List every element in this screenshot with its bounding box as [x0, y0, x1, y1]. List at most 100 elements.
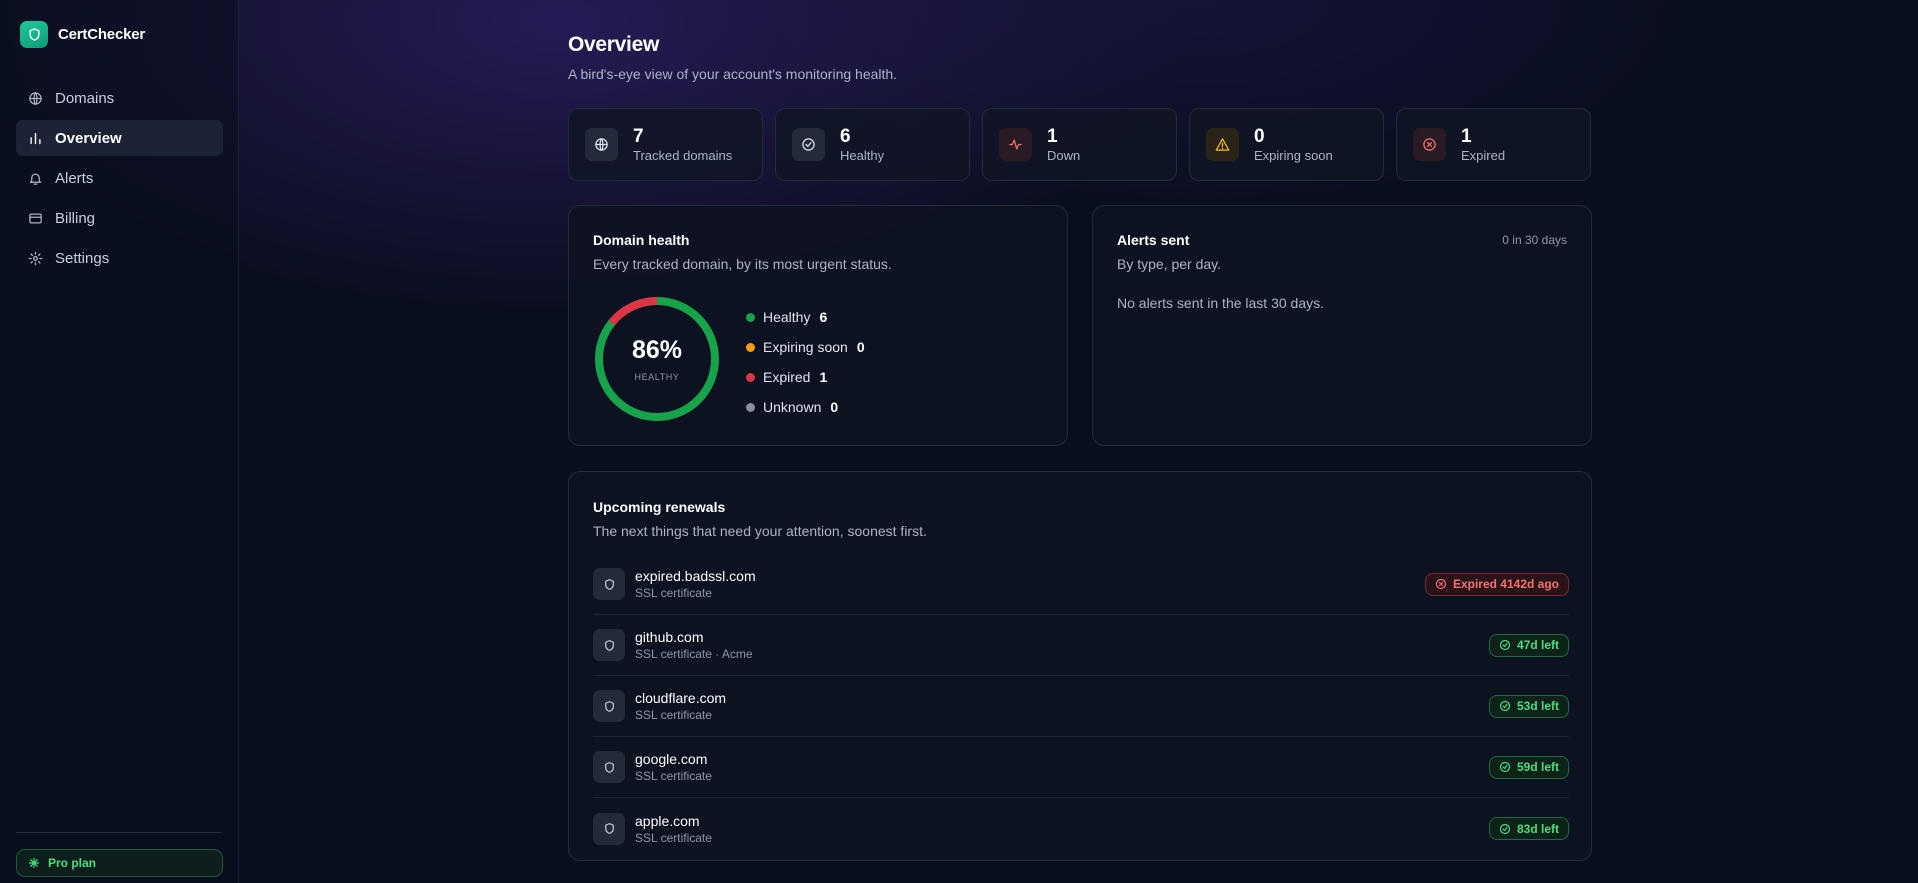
legend-count: 0 — [830, 399, 839, 415]
check-circle-icon — [792, 128, 825, 161]
status-text: 47d left — [1516, 638, 1559, 652]
list-item[interactable]: github.com SSL certificate · Acme 47d le… — [593, 615, 1569, 676]
stat-card-expired[interactable]: 1 Expired — [1396, 108, 1591, 181]
list-item[interactable]: expired.badssl.com SSL certificate Expir… — [593, 554, 1569, 615]
globe-icon — [585, 128, 618, 161]
legend-dot — [746, 312, 755, 322]
list-item[interactable]: cloudflare.com SSL certificate 53d left — [593, 676, 1569, 737]
legend-label: Expiring soon — [763, 339, 848, 355]
card-title: Upcoming renewals — [593, 499, 726, 515]
domain-meta: SSL certificate — [635, 586, 712, 600]
legend-dot — [746, 342, 755, 352]
sidebar-item-domains[interactable]: Domains — [16, 80, 223, 116]
sidebar-item-alerts[interactable]: Alerts — [16, 160, 223, 196]
stat-card-tracked-domains[interactable]: 7 Tracked domains — [568, 108, 763, 181]
domain-name: google.com — [635, 751, 708, 767]
stat-label: Tracked domains — [633, 147, 733, 163]
status-text: 59d left — [1516, 760, 1559, 774]
x-circle-icon — [1435, 578, 1447, 590]
domain-health-card: Domain health Every tracked domain, by i… — [568, 205, 1068, 446]
globe-icon — [29, 91, 42, 105]
sidebar: CertChecker Domains Overview Alerts Bill… — [0, 0, 239, 883]
legend-dot — [746, 372, 755, 382]
list-item[interactable]: apple.com SSL certificate 83d left — [593, 798, 1569, 859]
donut-center: 86% HEALTHY — [592, 294, 722, 424]
shield-icon — [593, 690, 625, 722]
list-item[interactable]: google.com SSL certificate 59d left — [593, 737, 1569, 798]
status-badge: 59d left — [1488, 755, 1569, 779]
legend-item-healthy: Healthy 6 — [746, 302, 865, 332]
stat-value: 7 — [633, 125, 644, 147]
legend-item-expiring-soon: Expiring soon 0 — [746, 332, 865, 362]
status-badge: 47d left — [1488, 633, 1569, 657]
stat-label: Expiring soon — [1254, 147, 1333, 163]
alerts-sent-card: Alerts sent 0 in 30 days By type, per da… — [1092, 205, 1592, 446]
card-subtitle: Every tracked domain, by its most urgent… — [593, 256, 892, 272]
activity-icon — [999, 128, 1032, 161]
bar-chart-icon — [30, 132, 41, 144]
sidebar-item-settings[interactable]: Settings — [16, 240, 223, 276]
legend-count: 6 — [819, 309, 828, 325]
page-subtitle: A bird's-eye view of your account's moni… — [568, 66, 898, 82]
gear-icon — [28, 251, 43, 265]
domain-name: apple.com — [635, 812, 700, 829]
domain-meta: SSL certificate · Acme — [635, 647, 753, 661]
plan-badge[interactable]: Pro plan — [16, 849, 223, 877]
legend-dot — [746, 402, 755, 412]
status-badge: 53d left — [1488, 694, 1569, 718]
card-subtitle: By type, per day. — [1117, 256, 1222, 272]
stat-value: 1 — [1047, 125, 1058, 147]
page-title: Overview — [568, 33, 659, 56]
card-title: Domain health — [593, 232, 690, 248]
check-circle-icon — [1499, 700, 1511, 712]
bell-icon — [29, 173, 42, 185]
shield-icon — [593, 812, 625, 845]
stat-card-healthy[interactable]: 6 Healthy — [775, 108, 970, 181]
status-text: Expired 4142d ago — [1452, 577, 1559, 591]
stat-value: 0 — [1254, 125, 1265, 147]
x-circle-icon — [1413, 128, 1446, 161]
alerts-count-meta: 0 in 30 days — [1502, 233, 1567, 247]
shield-icon — [593, 568, 625, 600]
renewals-list: expired.badssl.com SSL certificate Expir… — [593, 554, 1569, 859]
status-badge: 83d left — [1488, 817, 1569, 840]
sidebar-item-label: Settings — [55, 249, 110, 267]
sidebar-item-label: Alerts — [55, 169, 94, 187]
sparkle-icon — [28, 857, 40, 869]
stat-label: Down — [1047, 147, 1081, 163]
stat-label: Expired — [1461, 147, 1506, 163]
brand[interactable]: CertChecker — [20, 21, 145, 48]
check-circle-icon — [1499, 639, 1511, 651]
check-circle-icon — [1499, 761, 1511, 773]
health-legend: Healthy 6 Expiring soon 0 Expired 1 Unkn… — [746, 302, 865, 422]
credit-card-icon — [29, 213, 42, 223]
sidebar-divider — [16, 832, 222, 833]
sidebar-item-label: Overview — [55, 129, 122, 147]
legend-label: Healthy — [763, 309, 811, 325]
plan-label: Pro plan — [48, 856, 97, 870]
card-title: Alerts sent — [1117, 232, 1190, 248]
sidebar-item-overview[interactable]: Overview — [16, 120, 223, 156]
domain-name: github.com — [635, 629, 704, 645]
stat-value: 1 — [1461, 125, 1472, 147]
legend-count: 0 — [856, 339, 865, 355]
alerts-empty-state: No alerts sent in the last 30 days. — [1117, 295, 1324, 311]
stats-row: 7 Tracked domains 6 Healthy 1 Down 0 Exp… — [568, 108, 1591, 181]
status-text: 53d left — [1516, 699, 1559, 713]
warning-icon — [1206, 128, 1239, 161]
card-subtitle: The next things that need your attention… — [593, 523, 927, 539]
legend-label: Expired — [763, 369, 811, 385]
domain-name: cloudflare.com — [635, 690, 727, 706]
sidebar-item-label: Billing — [55, 209, 96, 227]
health-percent: 86% — [631, 336, 683, 364]
stat-value: 6 — [840, 125, 851, 147]
stat-card-expiring-soon[interactable]: 0 Expiring soon — [1189, 108, 1384, 181]
legend-item-expired: Expired 1 — [746, 362, 865, 392]
domain-meta: SSL certificate — [635, 830, 712, 845]
app-name: CertChecker — [58, 26, 146, 43]
status-text: 83d left — [1516, 821, 1559, 836]
stat-card-down[interactable]: 1 Down — [982, 108, 1177, 181]
shield-icon — [593, 751, 625, 783]
sidebar-item-billing[interactable]: Billing — [16, 200, 223, 236]
domain-meta: SSL certificate — [635, 708, 712, 722]
